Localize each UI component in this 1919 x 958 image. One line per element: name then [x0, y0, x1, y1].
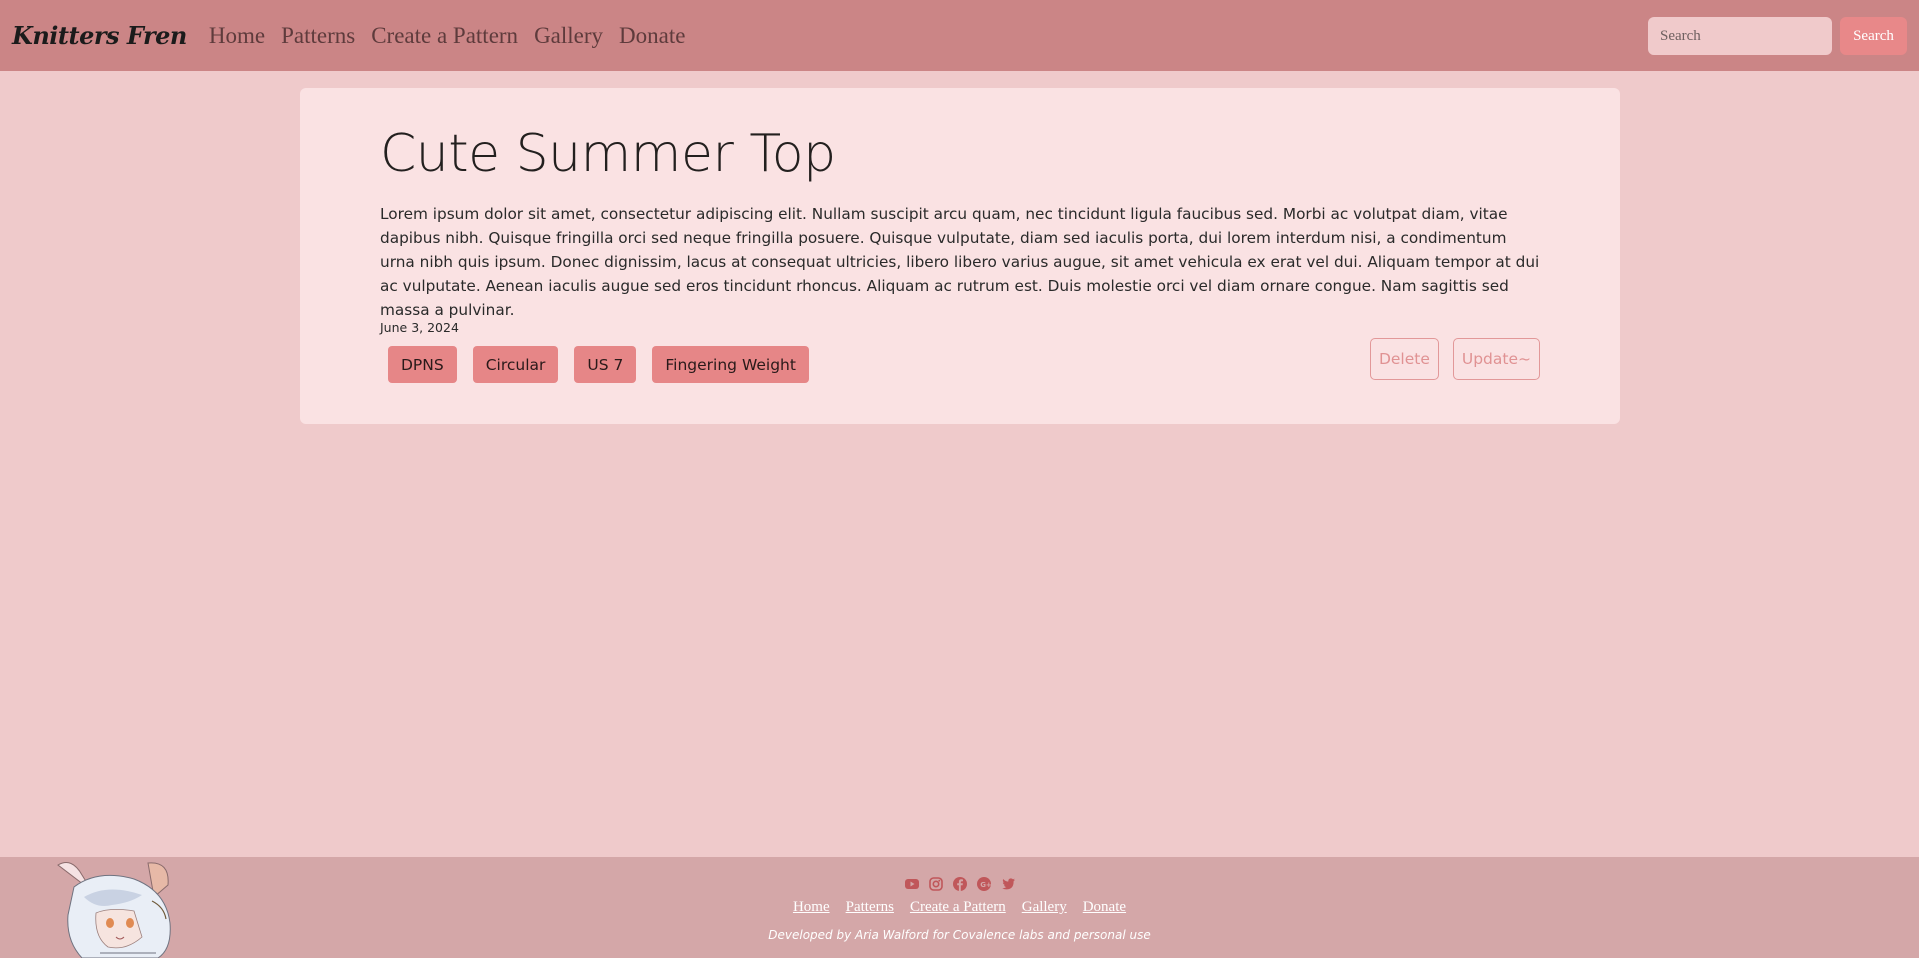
- pattern-tags: DPNS Circular US 7 Fingering Weight: [388, 346, 809, 383]
- facebook-icon[interactable]: [952, 876, 968, 892]
- footer-link-home[interactable]: Home: [793, 899, 830, 916]
- nav-link-gallery[interactable]: Gallery: [534, 23, 603, 49]
- twitter-icon[interactable]: [1000, 876, 1016, 892]
- footer: G+ Home Patterns Create a Pattern Galler…: [0, 857, 1919, 958]
- search-input[interactable]: [1648, 17, 1832, 55]
- nav-link-patterns[interactable]: Patterns: [281, 23, 355, 49]
- pattern-description: Lorem ipsum dolor sit amet, consectetur …: [380, 205, 1540, 319]
- youtube-icon[interactable]: [904, 876, 920, 892]
- instagram-icon[interactable]: [928, 876, 944, 892]
- footer-links: Home Patterns Create a Pattern Gallery D…: [0, 899, 1919, 916]
- navbar: Knitters Fren Home Patterns Create a Pat…: [0, 0, 1919, 71]
- footer-link-create-pattern[interactable]: Create a Pattern: [910, 899, 1006, 916]
- footer-link-gallery[interactable]: Gallery: [1022, 899, 1067, 916]
- update-button[interactable]: Update~: [1452, 338, 1540, 380]
- delete-button[interactable]: Delete: [1369, 338, 1439, 380]
- pattern-card: Cute Summer Top Lorem ipsum dolor sit am…: [300, 88, 1620, 424]
- search-form: Search: [1648, 17, 1907, 55]
- footer-credit: Developed by Aria Walford for Covalence …: [768, 928, 1151, 942]
- pattern-title: Cute Summer Top: [380, 124, 836, 184]
- nav-links: Home Patterns Create a Pattern Gallery D…: [209, 23, 686, 49]
- tag-us-7[interactable]: US 7: [574, 346, 637, 383]
- social-links: G+: [0, 876, 1919, 892]
- brand-logo[interactable]: Knitters Fren: [12, 21, 187, 50]
- svg-text:G+: G+: [980, 881, 992, 889]
- pattern-date: June 3, 2024: [380, 320, 459, 335]
- nav-link-create-pattern[interactable]: Create a Pattern: [371, 23, 518, 49]
- tag-circular[interactable]: Circular: [472, 346, 559, 383]
- pattern-actions: Delete Update~: [1369, 338, 1540, 380]
- nav-link-home[interactable]: Home: [209, 23, 265, 49]
- tag-dpns[interactable]: DPNS: [388, 346, 457, 383]
- nav-link-donate[interactable]: Donate: [619, 23, 685, 49]
- google-plus-icon[interactable]: G+: [976, 876, 992, 892]
- tag-fingering-weight[interactable]: Fingering Weight: [652, 346, 809, 383]
- footer-link-patterns[interactable]: Patterns: [846, 899, 894, 916]
- footer-link-donate[interactable]: Donate: [1083, 899, 1126, 916]
- search-button[interactable]: Search: [1840, 17, 1907, 55]
